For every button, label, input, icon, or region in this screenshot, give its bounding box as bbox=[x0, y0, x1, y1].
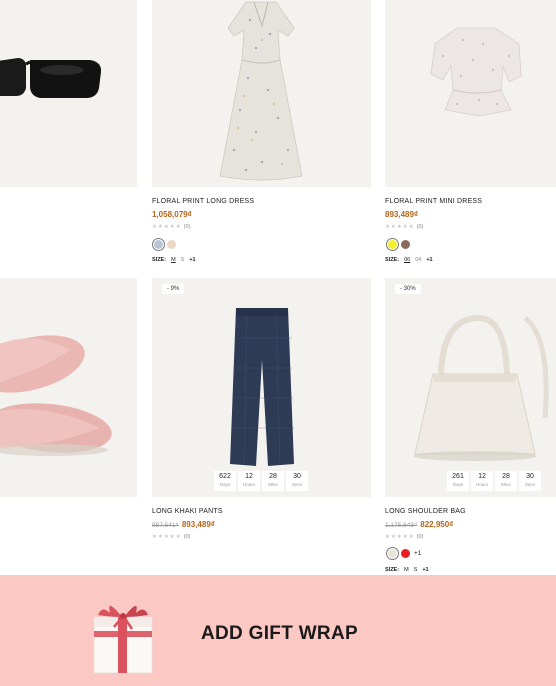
size-options: SIZE: M S +1 bbox=[385, 567, 429, 573]
sunglasses-image bbox=[0, 58, 102, 98]
countdown-timer: 261 Days 12 Hours 28 Mins 30 Secs bbox=[447, 471, 541, 491]
timer-days: 261 Days bbox=[447, 471, 469, 491]
product-title[interactable]: LONG SHOULDER BAG bbox=[385, 508, 466, 515]
khaki-pants-image bbox=[230, 308, 294, 466]
old-price: 987,541₫ bbox=[152, 522, 179, 529]
product-image[interactable] bbox=[152, 0, 371, 187]
color-swatch[interactable] bbox=[388, 240, 397, 249]
color-swatch[interactable] bbox=[388, 549, 397, 558]
color-swatches bbox=[154, 240, 176, 249]
countdown-timer: 622 Days 12 Hours 28 Mins 30 Secs bbox=[214, 471, 308, 491]
slippers-image bbox=[0, 335, 112, 456]
more-sizes[interactable]: +1 bbox=[189, 257, 195, 263]
color-swatch[interactable] bbox=[401, 240, 410, 249]
color-swatch[interactable] bbox=[401, 549, 410, 558]
timer-hours: 12 Hours bbox=[238, 471, 260, 491]
color-swatches: +1 bbox=[388, 549, 421, 558]
rating-stars: ★★★★★ (0) bbox=[385, 534, 424, 540]
size-option[interactable]: M bbox=[171, 257, 176, 263]
size-option[interactable]: 06 bbox=[404, 257, 410, 263]
product-image[interactable]: - 30% 261 Days 12 Hours 28 Mins 30 Secs bbox=[385, 278, 556, 497]
floral-long-dress-image bbox=[219, 1, 303, 181]
size-option[interactable]: S bbox=[181, 257, 185, 263]
timer-secs: 30 Secs bbox=[286, 471, 308, 491]
size-options: SIZE: 06 04 +1 bbox=[385, 257, 433, 263]
product-image[interactable] bbox=[0, 0, 137, 187]
rating-stars: ★★★★★ (0) bbox=[385, 224, 424, 230]
more-sizes[interactable]: +1 bbox=[426, 257, 432, 263]
old-price: 1,175,643₫ bbox=[385, 522, 418, 529]
color-swatch[interactable] bbox=[167, 240, 176, 249]
rating-stars: ★★★★★ (0) bbox=[152, 224, 191, 230]
discount-badge: - 9% bbox=[162, 284, 185, 294]
gift-wrap-banner[interactable]: ADD GIFT WRAP bbox=[0, 575, 556, 686]
product-price: 893,489₫ bbox=[385, 210, 419, 219]
more-colors[interactable]: +1 bbox=[414, 550, 421, 557]
product-title[interactable]: FLORAL PRINT MINI DRESS bbox=[385, 198, 482, 205]
product-title[interactable]: LONG KHAKI PANTS bbox=[152, 508, 223, 515]
product-price: 987,541₫ 893,489₫ bbox=[152, 520, 215, 529]
product-image[interactable] bbox=[385, 0, 556, 187]
timer-mins: 28 Mins bbox=[495, 471, 517, 491]
size-option[interactable]: M bbox=[404, 567, 409, 573]
sale-price: 822,950₫ bbox=[420, 520, 454, 529]
timer-hours: 12 Hours bbox=[471, 471, 493, 491]
floral-mini-dress-image bbox=[430, 27, 522, 117]
timer-secs: 30 Secs bbox=[519, 471, 541, 491]
more-sizes[interactable]: +1 bbox=[422, 567, 428, 573]
gift-box-icon bbox=[93, 605, 153, 674]
color-swatches bbox=[388, 240, 410, 249]
product-title[interactable]: FLORAL PRINT LONG DRESS bbox=[152, 198, 254, 205]
rating-stars: ★★★★★ (0) bbox=[152, 534, 191, 540]
color-swatch[interactable] bbox=[154, 240, 163, 249]
discount-badge: - 30% bbox=[395, 284, 421, 294]
product-price: 1,058,079₫ bbox=[152, 210, 192, 219]
size-options: SIZE: M S +1 bbox=[152, 257, 196, 263]
size-option[interactable]: S bbox=[414, 567, 418, 573]
size-option[interactable]: 04 bbox=[415, 257, 421, 263]
add-gift-wrap-label[interactable]: ADD GIFT WRAP bbox=[201, 623, 358, 645]
shoulder-bag-image bbox=[413, 314, 549, 461]
product-image[interactable]: - 9% 622 Days 12 Hours 28 Mins 30 Secs bbox=[152, 278, 371, 497]
product-image[interactable] bbox=[0, 278, 137, 497]
product-price: 1,175,643₫ 822,950₫ bbox=[385, 520, 453, 529]
sale-price: 893,489₫ bbox=[181, 520, 215, 529]
timer-mins: 28 Mins bbox=[262, 471, 284, 491]
timer-days: 622 Days bbox=[214, 471, 236, 491]
